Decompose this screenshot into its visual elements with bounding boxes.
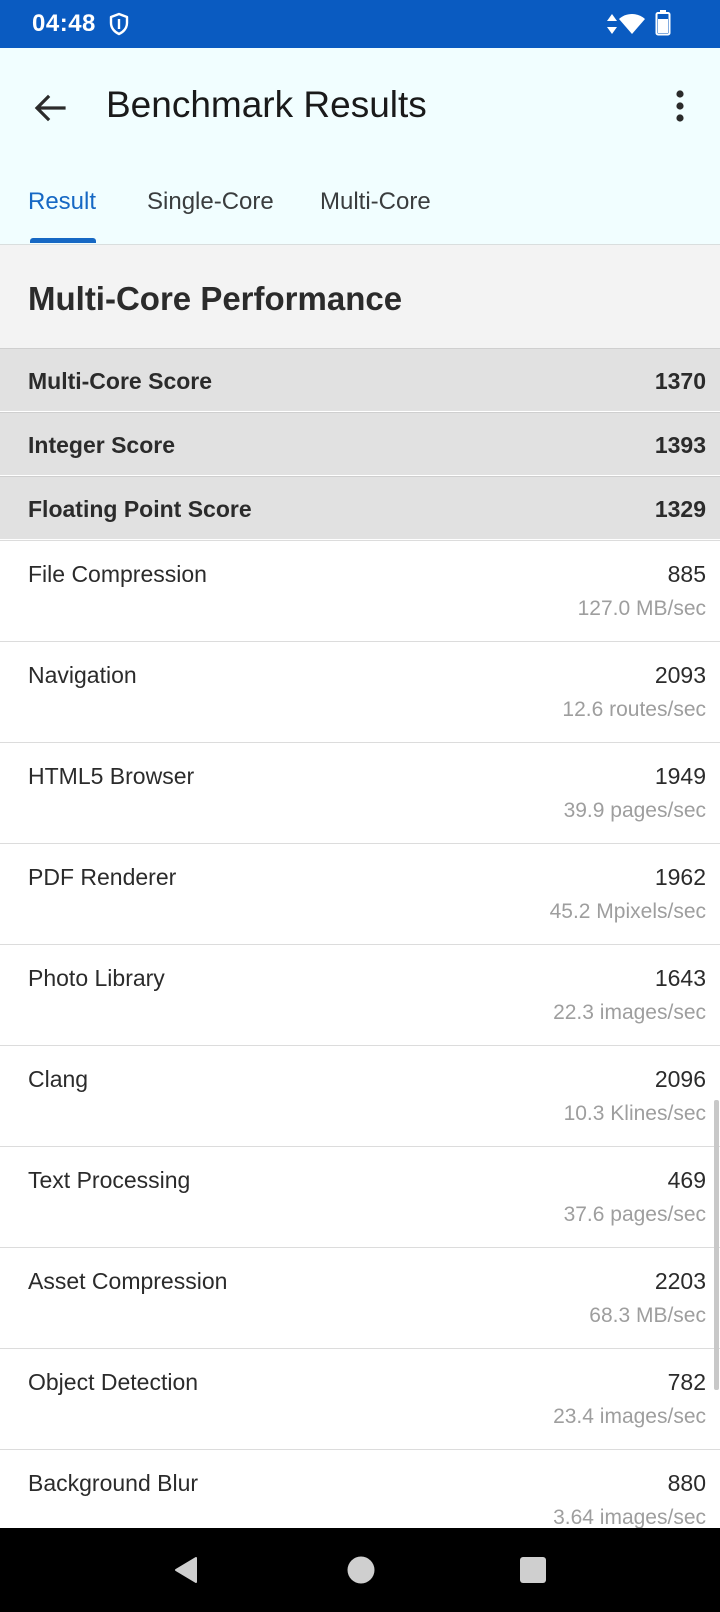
score-label: Floating Point Score [28, 496, 252, 522]
section-title: Multi-Core Performance [28, 280, 403, 317]
benchmark-row: Text Processing 469 37.6 pages/sec [0, 1146, 720, 1247]
status-time: 04:48 [32, 10, 96, 37]
tab-result[interactable]: Result [28, 188, 96, 216]
benchmark-row: Photo Library 1643 22.3 images/sec [0, 944, 720, 1045]
benchmark-rate: 127.0 MB/sec [577, 597, 706, 620]
tab-single-core[interactable]: Single-Core [147, 188, 274, 216]
benchmark-name: Navigation [28, 662, 137, 688]
system-nav-bar [0, 1528, 720, 1612]
benchmark-rate: 45.2 Mpixels/sec [549, 900, 706, 923]
shield-icon [109, 12, 129, 36]
tab-multi-core[interactable]: Multi-Core [320, 188, 431, 216]
score-row: Integer Score 1393 [0, 412, 720, 475]
score-value: 1370 [654, 368, 706, 394]
benchmark-rate: 22.3 images/sec [553, 1001, 706, 1024]
benchmark-name: File Compression [28, 561, 207, 587]
benchmark-score: 782 [667, 1369, 706, 1395]
benchmark-name: Text Processing [28, 1167, 191, 1193]
benchmark-score: 1643 [654, 965, 706, 991]
benchmark-name: HTML5 Browser [28, 763, 195, 789]
nav-home-icon[interactable] [346, 1555, 376, 1585]
score-value: 1393 [654, 432, 706, 458]
benchmark-name: Photo Library [28, 965, 165, 991]
benchmark-row: PDF Renderer 1962 45.2 Mpixels/sec [0, 843, 720, 944]
score-row: Floating Point Score 1329 [0, 476, 720, 539]
benchmark-score: 885 [667, 561, 706, 587]
score-label: Multi-Core Score [28, 368, 213, 394]
scrollbar[interactable] [714, 1100, 719, 1390]
benchmark-row: HTML5 Browser 1949 39.9 pages/sec [0, 742, 720, 843]
arrow-back-icon[interactable] [26, 84, 74, 132]
wifi-icon [619, 14, 645, 34]
benchmark-rate: 3.64 images/sec [553, 1506, 706, 1529]
benchmark-row: Clang 2096 10.3 Klines/sec [0, 1045, 720, 1146]
app-bar: Benchmark Results Result Single-Core Mul… [0, 48, 720, 245]
benchmark-score: 1962 [654, 864, 706, 890]
benchmark-row: File Compression 885 127.0 MB/sec [0, 540, 720, 641]
page-title: Benchmark Results [106, 84, 427, 125]
benchmark-rate: 23.4 images/sec [553, 1405, 706, 1428]
status-bar: 04:48 [0, 0, 720, 48]
more-vert-icon[interactable] [662, 84, 698, 132]
nav-recents-icon[interactable] [519, 1556, 547, 1584]
battery-icon [655, 10, 671, 36]
benchmark-rate: 68.3 MB/sec [589, 1304, 706, 1327]
benchmark-score: 2093 [654, 662, 706, 688]
benchmark-row: Object Detection 782 23.4 images/sec [0, 1348, 720, 1449]
benchmark-rate: 39.9 pages/sec [563, 799, 706, 822]
benchmark-row: Navigation 2093 12.6 routes/sec [0, 641, 720, 742]
benchmark-name: Clang [28, 1066, 89, 1092]
score-value: 1329 [654, 496, 706, 522]
benchmark-name: Object Detection [28, 1369, 199, 1395]
active-tab-indicator [30, 238, 96, 243]
score-row: Multi-Core Score 1370 [0, 348, 720, 411]
benchmark-name: PDF Renderer [28, 864, 177, 890]
benchmark-name: Asset Compression [28, 1268, 228, 1294]
benchmark-rate: 37.6 pages/sec [563, 1203, 706, 1226]
benchmark-score: 2203 [654, 1268, 706, 1294]
section-header: Multi-Core Performance [0, 245, 720, 348]
benchmark-score: 880 [667, 1470, 706, 1496]
benchmark-score: 469 [667, 1167, 706, 1193]
data-arrows-icon [607, 14, 617, 34]
score-label: Integer Score [28, 432, 175, 458]
benchmark-name: Background Blur [28, 1470, 199, 1496]
benchmark-rate: 10.3 Klines/sec [563, 1102, 706, 1125]
nav-back-icon[interactable] [172, 1555, 202, 1585]
benchmark-rate: 12.6 routes/sec [562, 698, 706, 721]
benchmark-score: 2096 [654, 1066, 706, 1092]
benchmark-row: Asset Compression 2203 68.3 MB/sec [0, 1247, 720, 1348]
benchmark-score: 1949 [654, 763, 706, 789]
